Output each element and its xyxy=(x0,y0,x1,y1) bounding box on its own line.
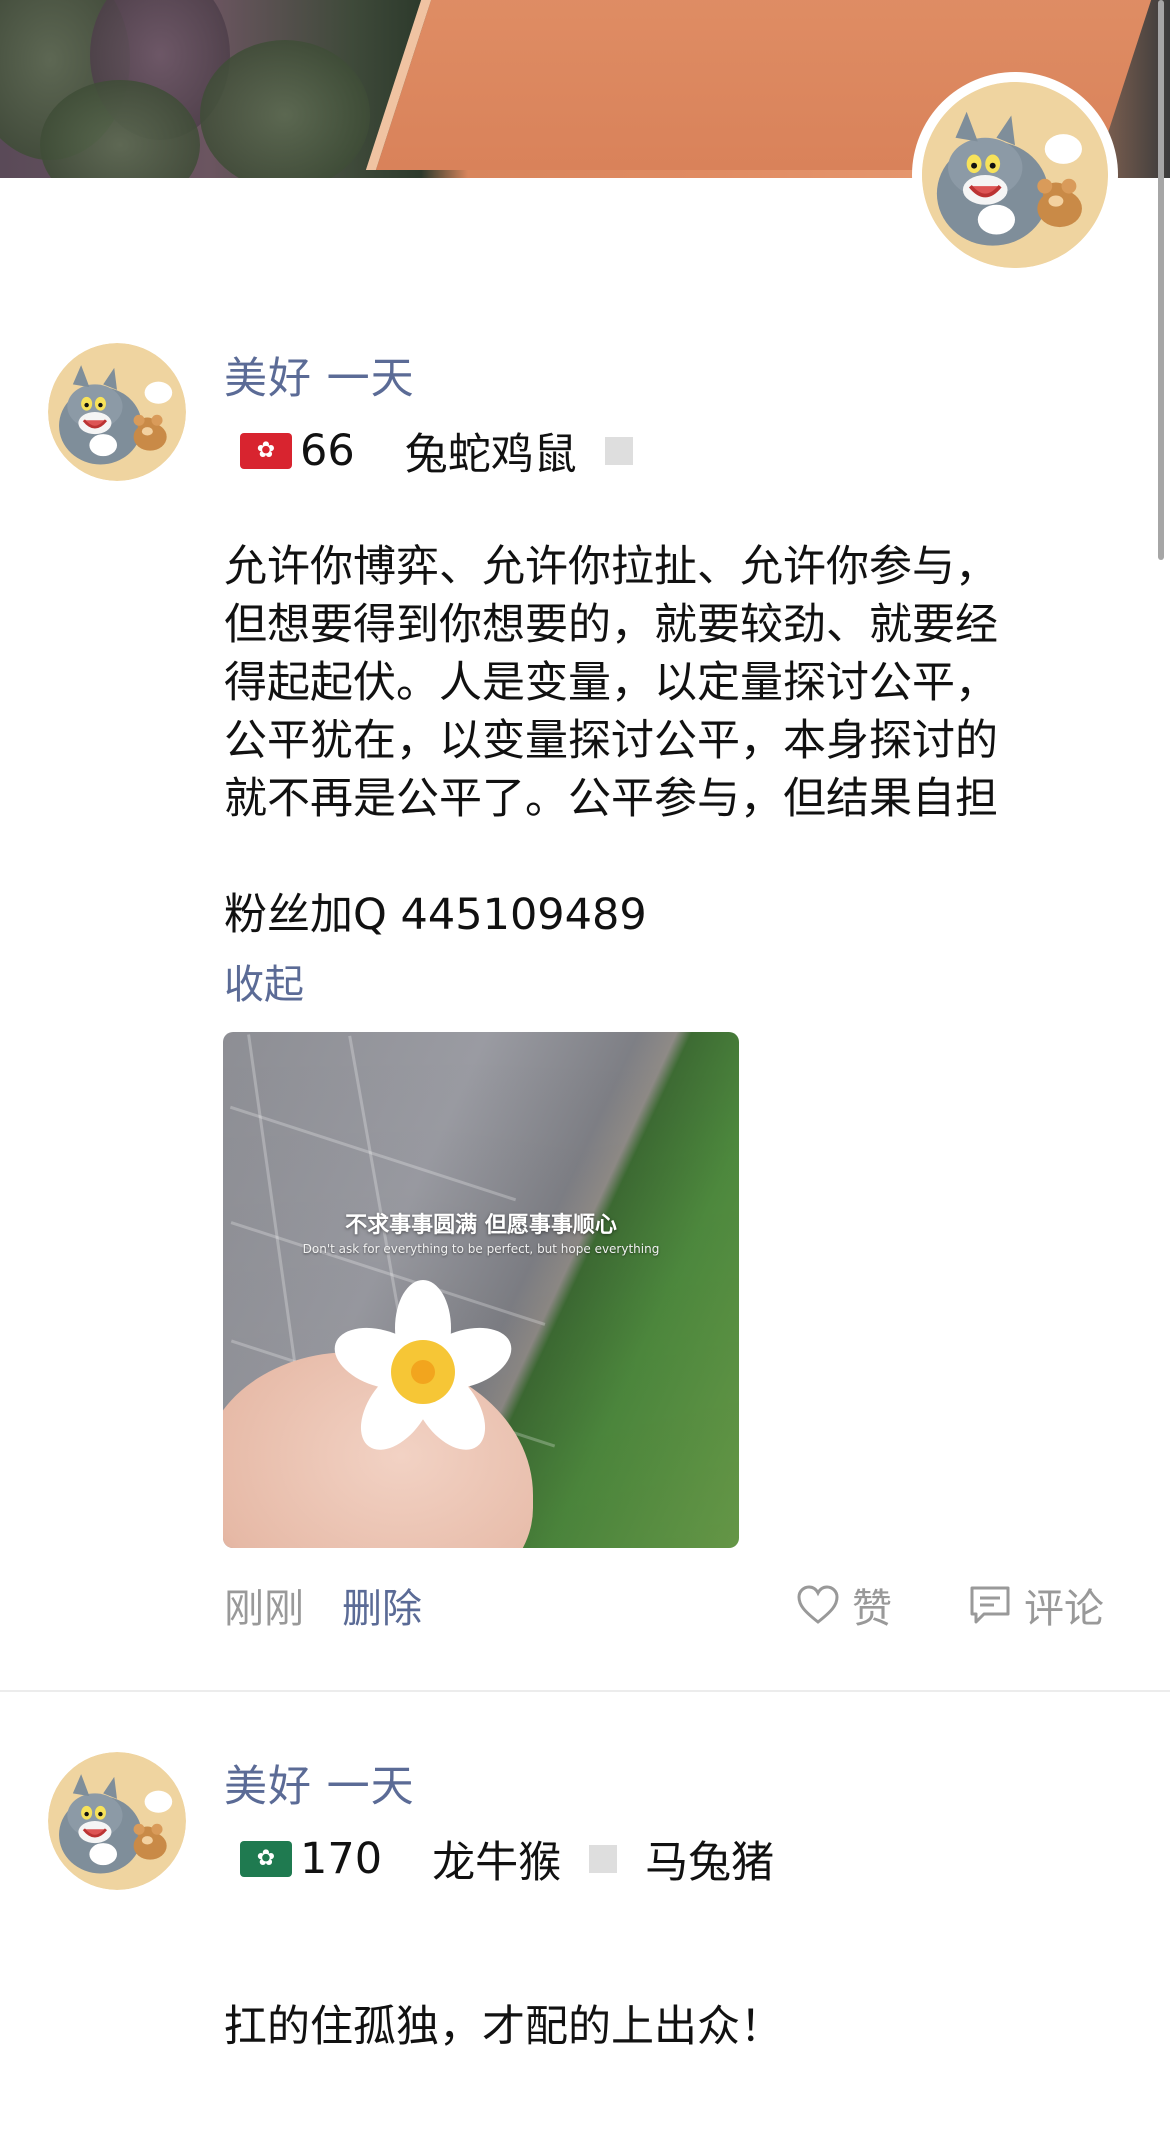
tom-and-jerry-avatar-icon xyxy=(48,343,186,481)
post-nickname[interactable]: 美好 一天 xyxy=(224,344,415,406)
scrollbar[interactable] xyxy=(1158,0,1164,560)
tom-and-jerry-avatar-icon xyxy=(48,1752,186,1890)
post-actions: 刚刚 删除 赞 评论 xyxy=(0,1576,1170,1636)
post-divider xyxy=(0,1690,1170,1692)
post-nickname[interactable]: 美好 一天 xyxy=(224,1752,415,1814)
comment-button[interactable]: 评论 xyxy=(968,1576,1104,1634)
post-meta: ✿ 170 龙牛猴 马兔猪 xyxy=(224,1828,774,1890)
like-button[interactable]: 赞 xyxy=(796,1576,892,1634)
post-tag: 龙牛猴 xyxy=(432,1838,562,1888)
profile-avatar[interactable] xyxy=(912,72,1118,278)
hong-kong-flag-icon: ✿ xyxy=(240,433,292,469)
macau-flag-icon: ✿ xyxy=(240,1841,292,1877)
photo-caption: 不求事事圆满 但愿事事顺心 xyxy=(345,1213,617,1238)
post-tag-secondary: 马兔猪 xyxy=(645,1838,775,1888)
post-time: 刚刚 xyxy=(224,1586,304,1632)
flower-icon xyxy=(334,1280,512,1450)
post-avatar[interactable] xyxy=(48,1752,186,1890)
post-content: 允许你博弈、允许你拉扯、允许你参与， 但想要得到你想要的，就要较劲、就要经 得起… xyxy=(224,542,998,940)
post-tag: 兔蛇鸡鼠 xyxy=(404,430,577,480)
post-number: 66 xyxy=(300,426,355,476)
photo-subcaption: Don't ask for everything to be perfect, … xyxy=(302,1242,660,1256)
post-photo[interactable]: 不求事事圆满 但愿事事顺心 Don't ask for everything t… xyxy=(223,1032,739,1548)
post-content: 扛的住孤独，才配的上出众！ xyxy=(224,2002,783,2052)
heart-icon xyxy=(797,1585,839,1624)
delete-button[interactable]: 删除 xyxy=(342,1576,422,1634)
comment-label: 评论 xyxy=(1024,1586,1104,1632)
comment-icon xyxy=(970,1586,1010,1624)
post-number: 170 xyxy=(300,1834,383,1884)
placeholder-square-icon xyxy=(589,1845,618,1873)
collapse-link[interactable]: 收起 xyxy=(224,952,304,1010)
like-label: 赞 xyxy=(852,1586,892,1632)
post-avatar[interactable] xyxy=(48,343,186,481)
placeholder-square-icon xyxy=(604,437,633,465)
post-meta: ✿ 66 兔蛇鸡鼠 xyxy=(224,420,661,482)
tom-and-jerry-avatar-icon xyxy=(922,82,1108,268)
moments-page: 美好 一天 ✿ 66 兔蛇鸡鼠 允许你博弈、允许你拉扯、允许你参与， 但想要得到… xyxy=(0,0,1170,2147)
